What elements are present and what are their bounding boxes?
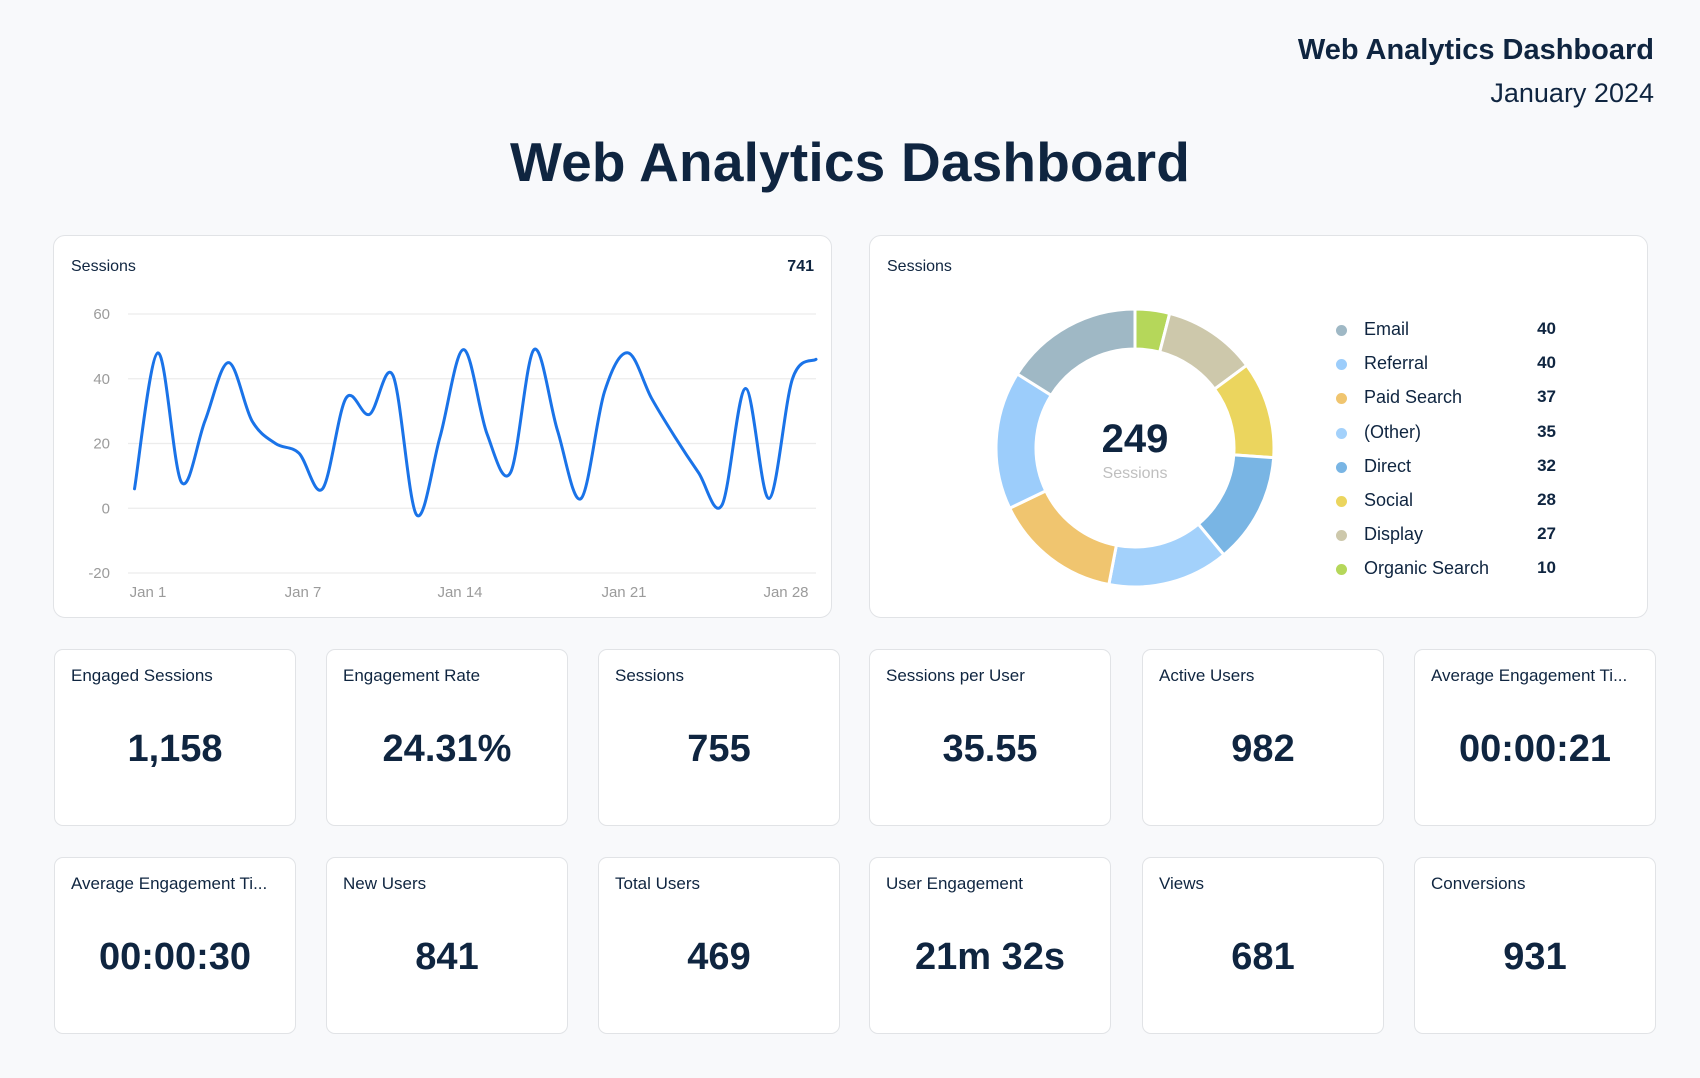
kpi-card: Views 681 <box>1142 857 1384 1034</box>
x-tick-label: Jan 14 <box>437 584 482 601</box>
kpi-label: Conversions <box>1431 874 1526 893</box>
legend-value: 40 <box>1537 319 1556 338</box>
x-tick-label: Jan 7 <box>285 584 322 601</box>
y-tick-label: 60 <box>93 306 110 323</box>
kpi-value: 21m 32s <box>914 936 1065 978</box>
y-tick-label: 20 <box>93 436 110 453</box>
line-chart: 60 40 20 0 -20 Jan 1 Jan 7 Jan 14 Jan 21 Jan 28 <box>88 306 818 601</box>
kpi-value: 841 <box>415 936 479 978</box>
page-title: Web Analytics Dashboard <box>509 131 1191 193</box>
legend-dot-icon <box>1336 461 1347 473</box>
legend-value: 28 <box>1537 489 1556 509</box>
kpi-label: Average Engagement Ti... <box>1431 666 1628 685</box>
header-title: Web Analytics Dashboard <box>1297 34 1654 66</box>
kpi-label: Engagement Rate <box>343 666 481 685</box>
donut-slice-email[interactable] <box>1015 307 1137 398</box>
donut-legend: Email 40 Referral 40 Paid Search 37 (Other) 35 D… <box>1336 314 1556 588</box>
donut-center-label: Sessions <box>1102 465 1168 482</box>
legend-label: Direct <box>1364 455 1412 476</box>
legend-label: Referral <box>1364 353 1429 374</box>
x-tick-label: Jan 21 <box>601 584 646 601</box>
legend-value: 35 <box>1537 421 1556 441</box>
legend-label: Social <box>1364 489 1414 510</box>
legend-dot-icon <box>1336 359 1347 371</box>
kpi-value: 00:00:30 <box>98 936 252 978</box>
kpi-card: Average Engagement Ti... 00:00:21 <box>1414 649 1656 826</box>
kpi-label: New Users <box>343 874 427 893</box>
kpi-value: 931 <box>1503 936 1567 978</box>
kpi-card: Engagement Rate 24.31% <box>326 649 568 826</box>
kpi-value: 982 <box>1231 728 1295 770</box>
kpi-value: 681 <box>1231 936 1295 978</box>
kpi-label: Average Engagement Ti... <box>71 874 268 893</box>
legend-dot-icon <box>1336 393 1347 405</box>
legend-dot-icon <box>1336 325 1347 336</box>
legend-label: Paid Search <box>1364 387 1463 408</box>
kpi-card: Total Users 469 <box>598 857 840 1034</box>
kpi-value: 1,158 <box>127 728 223 770</box>
legend-dot-icon <box>1336 495 1347 507</box>
legend-value: 10 <box>1537 558 1556 578</box>
legend-item[interactable]: (Other) 35 <box>1336 417 1556 451</box>
kpi-card: User Engagement 21m 32s <box>869 857 1111 1034</box>
sessions-line-chart-panel: Sessions 741 60 40 20 0 -20 Jan 1 Jan 7 Jan 14… <box>53 235 832 618</box>
kpi-label: Engaged Sessions <box>71 666 213 685</box>
kpi-label: User Engagement <box>886 874 1024 893</box>
legend-item[interactable]: Direct 32 <box>1336 451 1556 485</box>
y-tick-label: 0 <box>102 500 110 517</box>
donut-slice-other[interactable] <box>1107 521 1227 589</box>
kpi-value: 469 <box>687 936 751 978</box>
legend-label: Email <box>1364 319 1410 339</box>
legend-item[interactable]: Organic Search 10 <box>1336 553 1556 587</box>
sessions-donut-chart-panel: Sessions 249 Sessions Email 40 Referral 40 P… <box>869 235 1648 618</box>
legend-dot-icon <box>1336 530 1347 542</box>
legend-dot-icon <box>1336 427 1347 439</box>
kpi-value: 00:00:21 <box>1458 728 1612 770</box>
legend-label: (Other) <box>1364 421 1422 442</box>
kpi-card: Engaged Sessions 1,158 <box>54 649 296 826</box>
legend-label: Organic Search <box>1364 558 1490 579</box>
legend-value: 37 <box>1537 387 1556 407</box>
legend-item[interactable]: Social 28 <box>1336 485 1556 519</box>
kpi-card: Sessions 755 <box>598 649 840 826</box>
kpi-card: New Users 841 <box>326 857 568 1034</box>
kpi-card: Conversions 931 <box>1414 857 1656 1034</box>
kpi-label: Active Users <box>1159 666 1255 685</box>
kpi-card: Sessions per User 35.55 <box>869 649 1111 826</box>
donut-slice-paid-search[interactable] <box>1007 488 1119 587</box>
kpi-label: Total Users <box>615 874 701 893</box>
x-tick-label: Jan 28 <box>763 584 808 601</box>
legend-value: 27 <box>1537 524 1556 544</box>
donut-slice-referral[interactable] <box>994 371 1054 511</box>
kpi-card: Average Engagement Ti... 00:00:30 <box>54 857 296 1034</box>
kpi-label: Sessions per User <box>886 666 1025 685</box>
x-tick-label: Jan 1 <box>130 584 167 601</box>
legend-dot-icon <box>1336 564 1347 576</box>
header-subtitle: January 2024 <box>1490 78 1654 108</box>
kpi-value: 755 <box>687 728 751 770</box>
legend-item[interactable]: Paid Search 37 <box>1336 382 1556 416</box>
donut-center-value: 249 <box>1101 417 1169 461</box>
kpi-card: Active Users 982 <box>1142 649 1384 826</box>
legend-item[interactable]: Referral 40 <box>1336 348 1556 382</box>
kpi-label: Views <box>1159 874 1205 893</box>
legend-item[interactable]: Display 27 <box>1336 519 1556 553</box>
kpi-value: 35.55 <box>942 728 1038 770</box>
legend-value: 40 <box>1537 353 1556 373</box>
legend-value: 32 <box>1537 455 1556 475</box>
kpi-label: Sessions <box>615 666 684 685</box>
legend-item[interactable]: Email 40 <box>1336 314 1556 348</box>
legend-label: Display <box>1364 524 1424 545</box>
line-series-sessions <box>133 347 818 518</box>
kpi-value: 24.31% <box>382 728 512 770</box>
y-tick-label: 40 <box>93 371 110 388</box>
y-tick-label: -20 <box>88 565 110 582</box>
